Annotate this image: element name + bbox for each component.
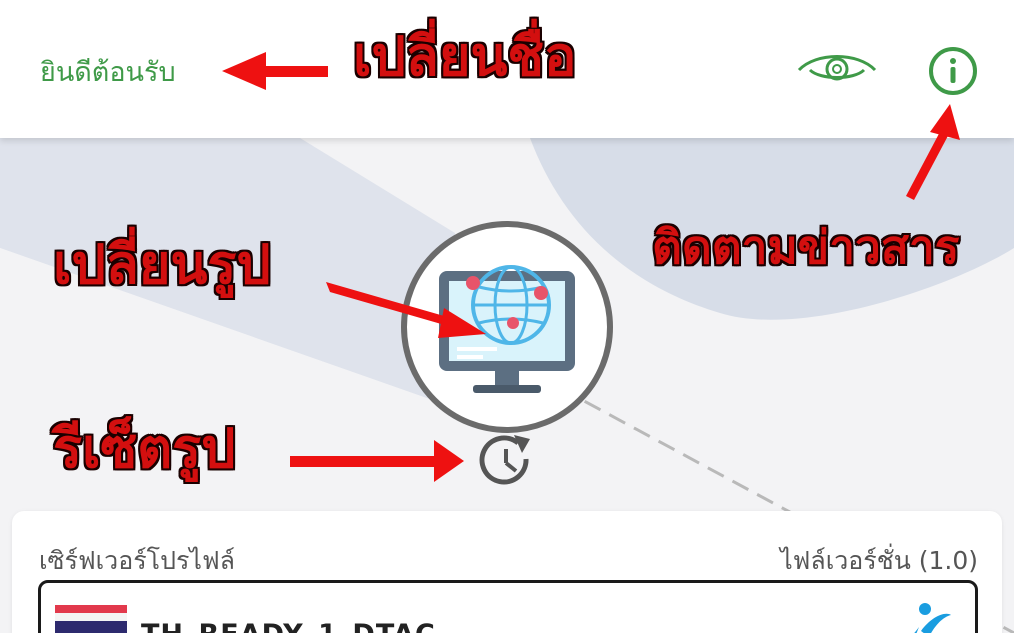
annotation-follow-news: ติดตามข่าวสาร (652, 220, 960, 274)
annotation-arrows (222, 52, 960, 482)
annotation-change-name: เปลี่ยนชื่อ (353, 25, 577, 88)
annotation-reset-picture: รีเซ็ตรูป (53, 417, 236, 480)
annotation-change-picture: เปลี่ยนรูป (53, 233, 271, 296)
